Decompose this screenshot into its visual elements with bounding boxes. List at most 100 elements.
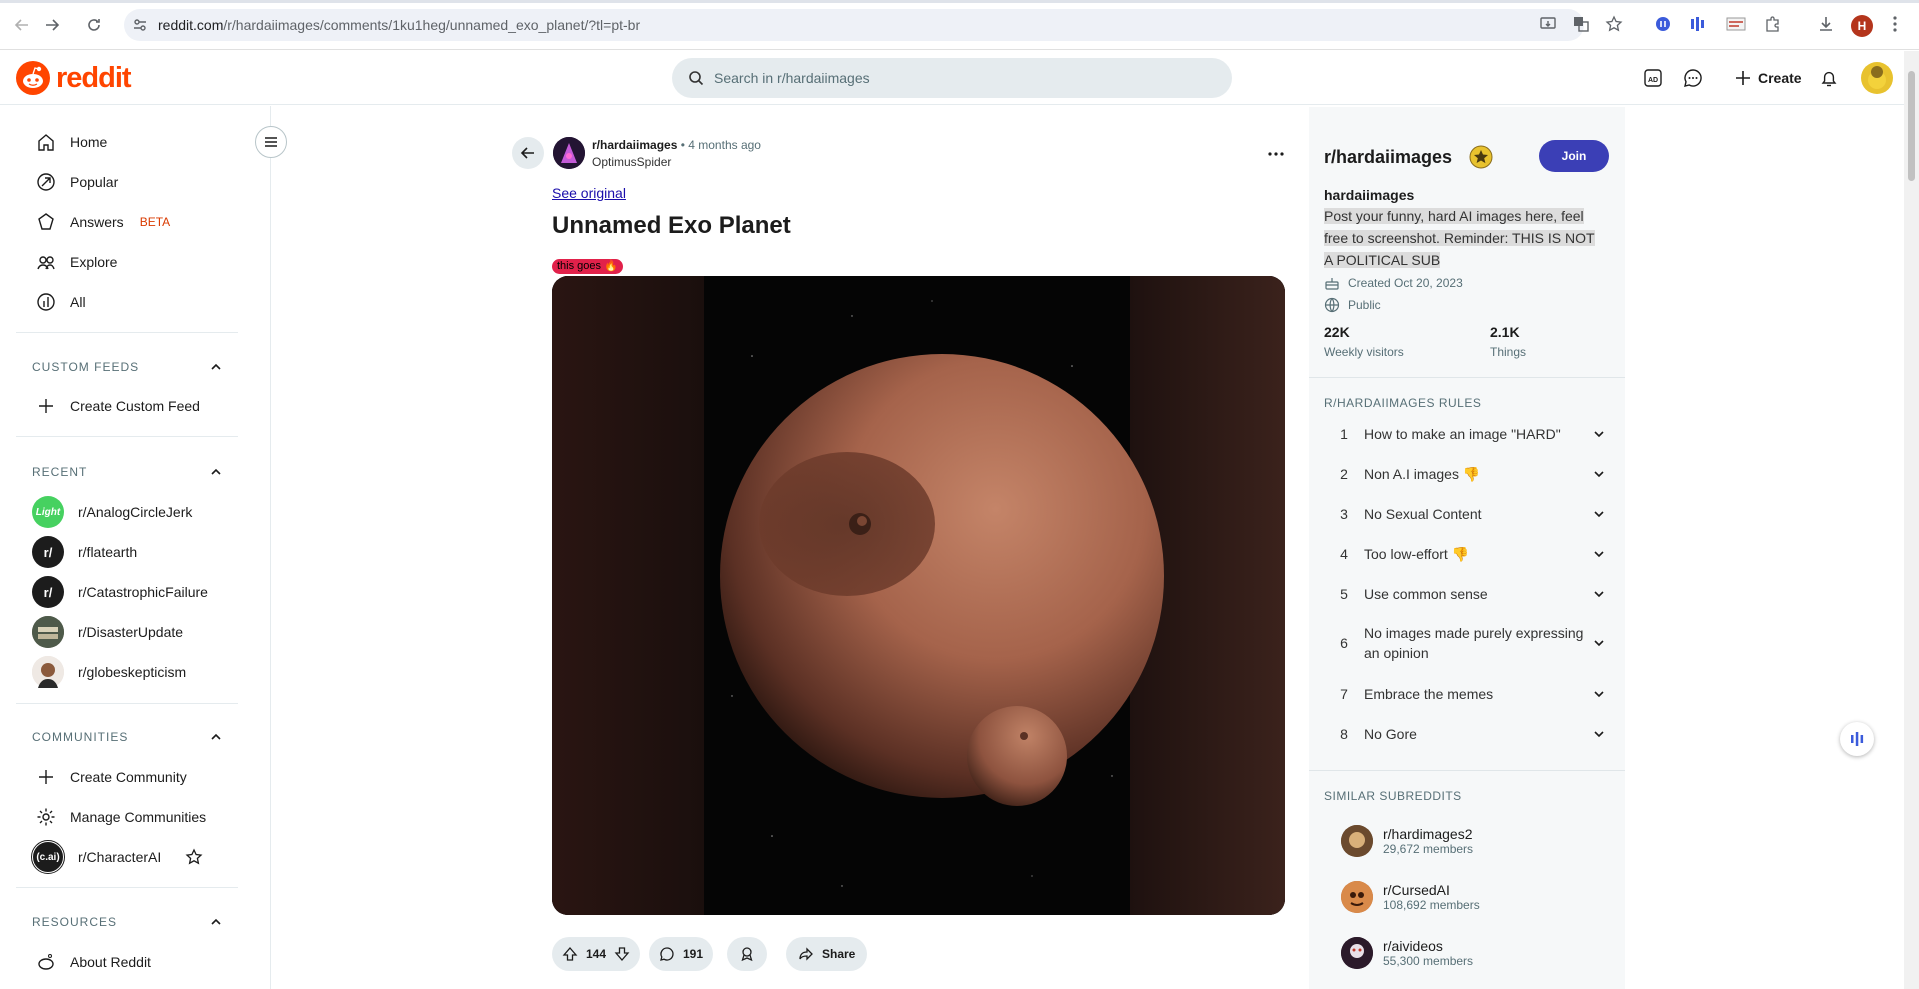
browser-profile-avatar[interactable]: H bbox=[1851, 15, 1873, 37]
custom-feeds-heading[interactable]: CUSTOM FEEDS bbox=[32, 357, 222, 377]
create-label: Create bbox=[1758, 70, 1802, 86]
extension-bars-icon[interactable] bbox=[1686, 13, 1708, 35]
downloads-icon[interactable] bbox=[1815, 13, 1837, 35]
upvote-icon[interactable] bbox=[562, 946, 578, 962]
reddit-outline-icon bbox=[36, 952, 56, 972]
rule-text: No Sexual Content bbox=[1364, 506, 1482, 522]
communities-heading[interactable]: COMMUNITIES bbox=[32, 727, 222, 747]
award-icon bbox=[741, 947, 753, 962]
downvote-icon[interactable] bbox=[614, 946, 630, 962]
floating-assistant-button[interactable] bbox=[1840, 722, 1874, 756]
bookmark-star-icon[interactable] bbox=[1603, 13, 1625, 35]
browser-reload-icon[interactable] bbox=[82, 13, 106, 37]
similar-heading: SIMILAR SUBREDDITS bbox=[1324, 789, 1462, 803]
share-button[interactable]: Share bbox=[786, 937, 868, 971]
award-button[interactable] bbox=[727, 937, 767, 971]
vote-count: 144 bbox=[586, 947, 607, 961]
more-options-button[interactable] bbox=[1260, 140, 1292, 168]
similar-subreddit-members: 55,300 members bbox=[1383, 954, 1474, 968]
nav-popular[interactable]: Popular bbox=[16, 162, 236, 202]
rule-item[interactable]: 2 Non A.I images 👎 bbox=[1324, 454, 1614, 494]
recent-item-flatearth[interactable]: r/ r/flatearth bbox=[16, 532, 236, 572]
similar-subreddit-item[interactable]: r/hardimages2 29,672 members bbox=[1341, 825, 1473, 857]
chevron-down-icon bbox=[1584, 508, 1614, 520]
user-avatar[interactable] bbox=[1861, 62, 1893, 94]
rule-number: 5 bbox=[1340, 586, 1348, 602]
recent-item-disasterupdate[interactable]: r/DisasterUpdate bbox=[16, 612, 236, 652]
manage-communities-label: Manage Communities bbox=[70, 809, 207, 825]
resources-heading[interactable]: RESOURCES bbox=[32, 912, 222, 932]
post-flair[interactable]: this goes 🔥 bbox=[552, 259, 623, 274]
browser-forward-icon[interactable] bbox=[40, 13, 64, 37]
community-item-characterai[interactable]: (c.ai) r/CharacterAI bbox=[16, 837, 236, 877]
subreddit-avatar bbox=[32, 616, 64, 648]
create-post-button[interactable]: Create bbox=[1722, 59, 1814, 97]
post-author[interactable]: OptimusSpider bbox=[592, 155, 671, 169]
create-custom-feed[interactable]: Create Custom Feed bbox=[16, 386, 236, 426]
plus-icon bbox=[36, 767, 56, 787]
extension-text-icon[interactable] bbox=[1725, 13, 1747, 35]
post-subreddit-link[interactable]: r/hardaiimages bbox=[592, 138, 677, 152]
create-community[interactable]: Create Community bbox=[16, 757, 236, 797]
rule-text: Embrace the memes bbox=[1364, 686, 1494, 702]
browser-back-icon[interactable] bbox=[10, 13, 34, 37]
rule-item[interactable]: 6 No images made purely expressing an op… bbox=[1324, 614, 1614, 672]
reddit-header: reddit AD Create bbox=[0, 51, 1904, 105]
subreddit-avatar[interactable] bbox=[553, 137, 585, 169]
svg-text:AD: AD bbox=[1648, 77, 1658, 84]
comments-button[interactable]: 191 bbox=[649, 937, 714, 971]
recent-item-globeskepticism[interactable]: r/globeskepticism bbox=[16, 652, 236, 692]
browser-menu-icon[interactable] bbox=[1884, 13, 1906, 35]
chat-icon[interactable] bbox=[1680, 65, 1706, 91]
rule-item[interactable]: 8 No Gore bbox=[1324, 714, 1614, 754]
rule-item[interactable]: 1 How to make an image "HARD" bbox=[1324, 414, 1614, 454]
post-image[interactable] bbox=[552, 276, 1285, 915]
site-info-icon[interactable] bbox=[132, 17, 148, 33]
similar-subreddit-item[interactable]: r/aivideos 55,300 members bbox=[1341, 937, 1473, 969]
rule-item[interactable]: 7 Embrace the memes bbox=[1324, 674, 1614, 714]
browser-toolbar: reddit.com/r/hardaiimages/comments/1ku1h… bbox=[0, 0, 1919, 50]
nav-explore[interactable]: Explore bbox=[16, 242, 236, 282]
advertise-icon[interactable]: AD bbox=[1640, 65, 1666, 91]
search-bar[interactable] bbox=[672, 58, 1232, 98]
back-button[interactable] bbox=[512, 137, 544, 169]
manage-communities[interactable]: Manage Communities bbox=[16, 797, 236, 837]
search-input[interactable] bbox=[714, 58, 1214, 98]
community-title[interactable]: r/hardaiimages bbox=[1324, 147, 1452, 168]
nav-answers[interactable]: Answers BETA bbox=[16, 202, 236, 242]
about-reddit[interactable]: About Reddit bbox=[16, 942, 236, 982]
notifications-bell-icon[interactable] bbox=[1816, 65, 1842, 91]
rule-item[interactable]: 4 Too low-effort 👎 bbox=[1324, 534, 1614, 574]
subreddit-avatar: Light bbox=[32, 496, 64, 528]
nav-home[interactable]: Home bbox=[16, 122, 236, 162]
page-scrollbar[interactable] bbox=[1904, 51, 1919, 989]
reddit-logo[interactable]: reddit bbox=[16, 61, 132, 95]
collapse-sidebar-button[interactable] bbox=[255, 126, 287, 158]
favorite-star-icon[interactable] bbox=[185, 848, 203, 866]
address-bar[interactable]: reddit.com/r/hardaiimages/comments/1ku1h… bbox=[124, 9, 1584, 41]
similar-subreddit-item[interactable]: r/CursedAI 108,692 members bbox=[1341, 881, 1480, 913]
recent-item-label: r/CatastrophicFailure bbox=[78, 584, 208, 600]
chevron-up-icon bbox=[211, 363, 221, 370]
translate-icon[interactable] bbox=[1570, 13, 1592, 35]
chevron-down-icon bbox=[1584, 688, 1614, 700]
see-original-link[interactable]: See original bbox=[552, 185, 626, 201]
created-date: Created Oct 20, 2023 bbox=[1324, 275, 1463, 291]
join-button[interactable]: Join bbox=[1539, 140, 1609, 172]
custom-feeds-label: CUSTOM FEEDS bbox=[32, 360, 140, 374]
plus-icon bbox=[1736, 71, 1750, 85]
subreddit-avatar bbox=[32, 656, 64, 688]
scrollbar-thumb[interactable] bbox=[1908, 71, 1915, 181]
post-title: Unnamed Exo Planet bbox=[552, 212, 791, 239]
recent-item-analogcirclejerk[interactable]: Light r/AnalogCircleJerk bbox=[16, 492, 236, 532]
rule-item[interactable]: 5 Use common sense bbox=[1324, 574, 1614, 614]
rule-item[interactable]: 3 No Sexual Content bbox=[1324, 494, 1614, 534]
rule-number: 7 bbox=[1340, 686, 1348, 702]
extensions-puzzle-icon[interactable] bbox=[1762, 13, 1784, 35]
install-app-icon[interactable] bbox=[1537, 13, 1559, 35]
recent-heading[interactable]: RECENT bbox=[32, 462, 222, 482]
extension-blue-icon[interactable] bbox=[1652, 13, 1674, 35]
nav-all[interactable]: All bbox=[16, 282, 236, 322]
rule-text: No images made purely expressing an opin… bbox=[1364, 625, 1584, 661]
recent-item-catastrophicfailure[interactable]: r/ r/CatastrophicFailure bbox=[16, 572, 236, 612]
